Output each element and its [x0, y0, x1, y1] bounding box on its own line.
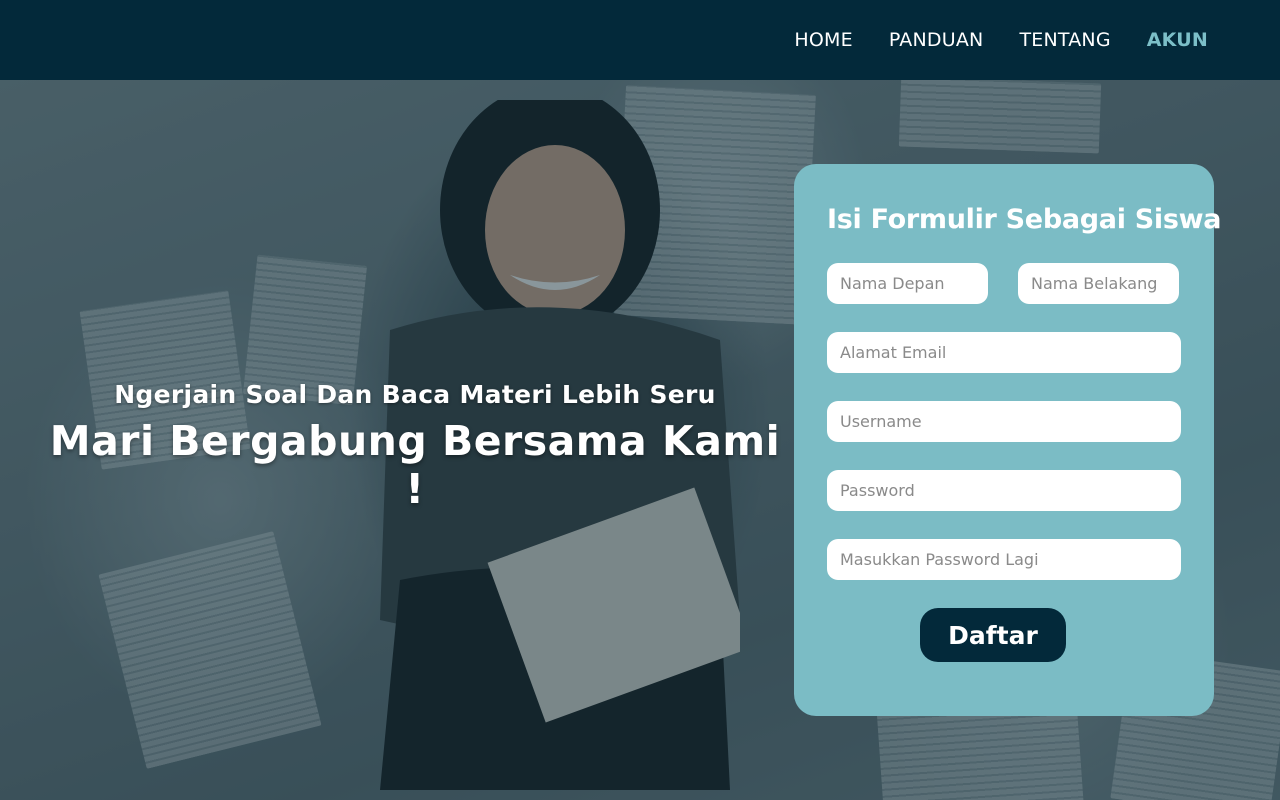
- form-title: Isi Formulir Sebagai Siswa: [827, 204, 1222, 235]
- nav-item-tentang: TENTANG: [1019, 29, 1110, 51]
- nav-link-tentang[interactable]: TENTANG: [1019, 29, 1110, 51]
- nav-item-panduan: PANDUAN: [889, 29, 984, 51]
- nav-link-panduan[interactable]: PANDUAN: [889, 29, 984, 51]
- hero-subtitle: Ngerjain Soal Dan Baca Materi Lebih Seru: [114, 380, 716, 409]
- navbar: HOME PANDUAN TENTANG AKUN: [0, 0, 1280, 80]
- nav-link-home[interactable]: HOME: [794, 29, 852, 51]
- nav-item-akun: AKUN: [1147, 29, 1208, 51]
- nav-link-akun[interactable]: AKUN: [1147, 29, 1208, 51]
- first-name-input[interactable]: [827, 263, 988, 304]
- hero-text: Ngerjain Soal Dan Baca Materi Lebih Seru…: [40, 380, 790, 513]
- password-input[interactable]: [827, 470, 1181, 511]
- registration-form: Isi Formulir Sebagai Siswa Daftar: [794, 164, 1222, 716]
- register-button[interactable]: Daftar: [920, 608, 1066, 662]
- username-input[interactable]: [827, 401, 1181, 442]
- email-input[interactable]: [827, 332, 1181, 373]
- hero-title: Mari Bergabung Bersama Kami !: [49, 417, 781, 513]
- nav-item-home: HOME: [794, 29, 852, 51]
- confirm-password-input[interactable]: [827, 539, 1181, 580]
- last-name-input[interactable]: [1018, 263, 1179, 304]
- nav-links: HOME PANDUAN TENTANG AKUN: [794, 0, 1208, 80]
